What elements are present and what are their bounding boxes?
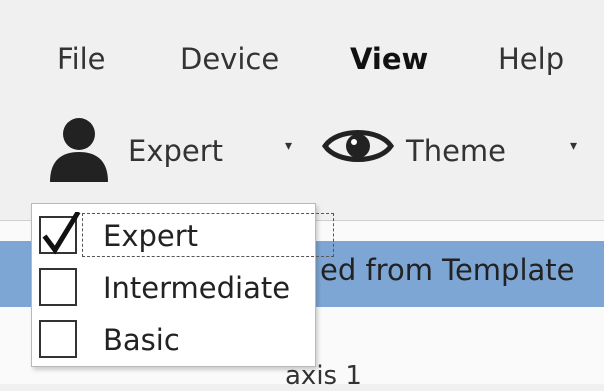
checkmark-icon: [41, 210, 81, 260]
chevron-down-icon: ▾: [570, 138, 578, 154]
menu-item-label: Intermediate: [103, 271, 291, 305]
user-level-dropdown-button[interactable]: Expert ▾: [40, 110, 310, 196]
chevron-down-icon: ▾: [285, 138, 293, 154]
checkbox-expert[interactable]: [39, 210, 81, 255]
user-icon: [48, 116, 110, 188]
menu-item-intermediate[interactable]: Intermediate: [32, 261, 315, 313]
banner-text: ed from Template: [320, 253, 575, 287]
menu-device[interactable]: Device: [180, 42, 279, 76]
menu-view[interactable]: View: [350, 42, 428, 76]
toolbar: Expert ▾ Theme ▾: [0, 110, 604, 200]
menu-item-label: Expert: [103, 219, 199, 253]
theme-dropdown-button[interactable]: Theme ▾: [320, 110, 600, 196]
theme-label: Theme: [406, 134, 507, 168]
user-level-menu: Expert Intermediate Basic: [31, 203, 334, 367]
menu-item-expert[interactable]: Expert: [32, 209, 334, 261]
menu-file[interactable]: File: [57, 42, 106, 76]
eye-icon: [321, 124, 395, 172]
checkbox-basic[interactable]: [39, 320, 77, 358]
menu-item-basic[interactable]: Basic: [32, 313, 315, 365]
menu-bar: File Device View Help: [0, 0, 604, 110]
checkbox-intermediate[interactable]: [39, 268, 77, 306]
menu-help[interactable]: Help: [498, 42, 564, 76]
user-level-label: Expert: [128, 134, 224, 168]
menu-item-label: Basic: [103, 323, 180, 357]
